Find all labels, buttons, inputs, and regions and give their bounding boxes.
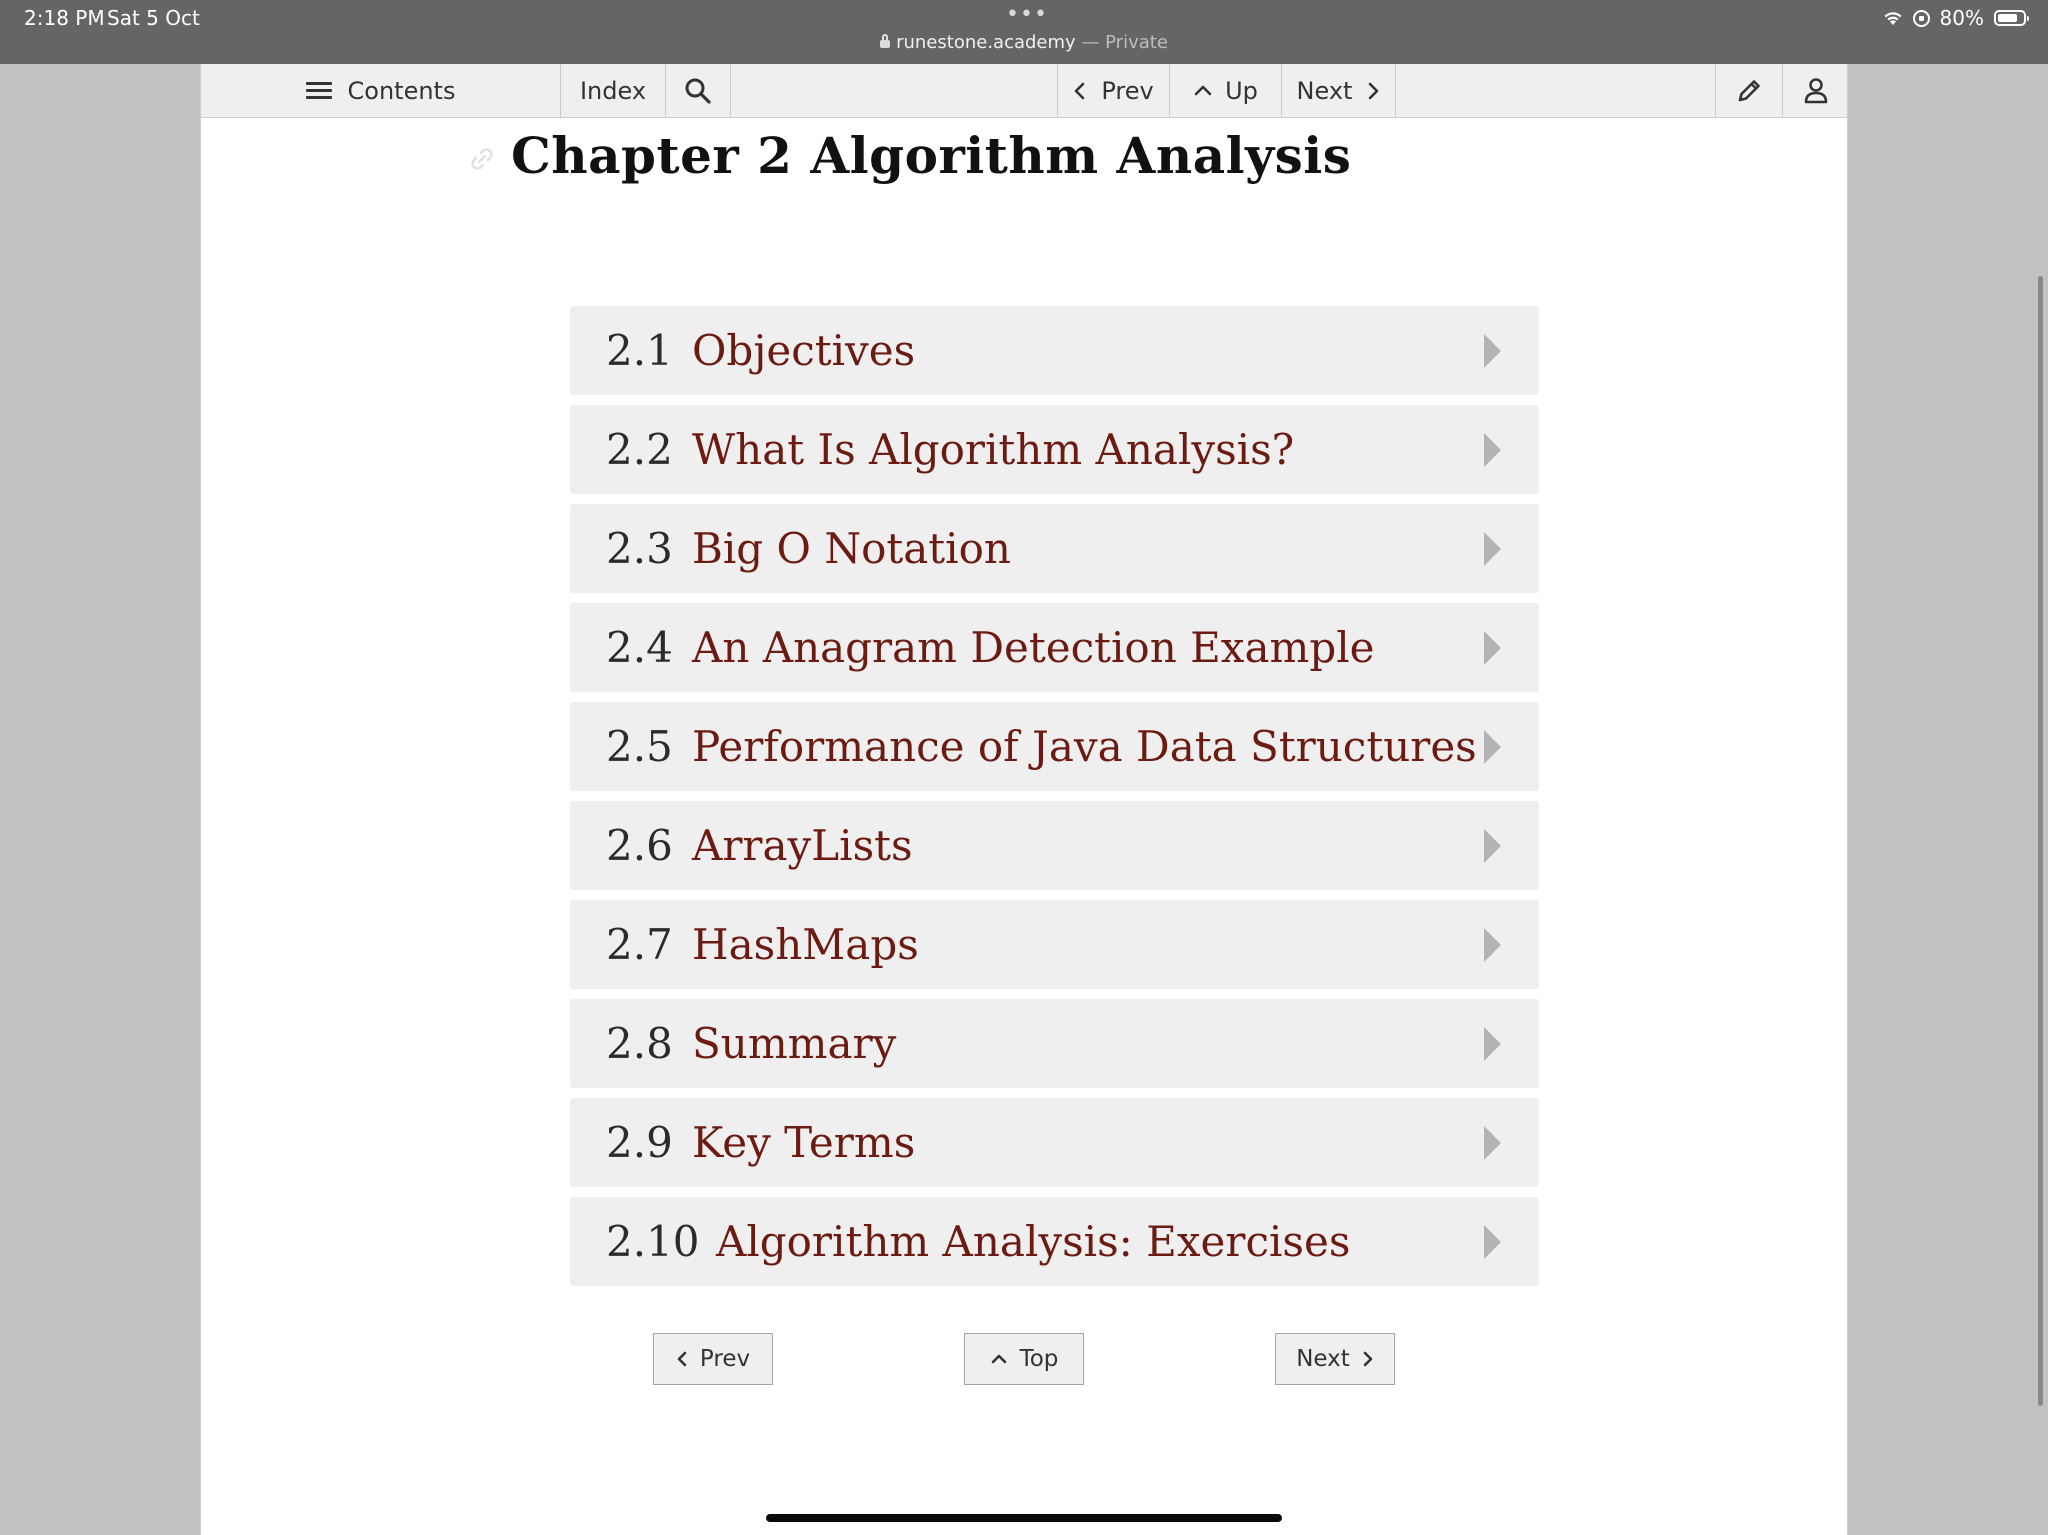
orientation-lock-icon: [1912, 9, 1930, 27]
url-text: runestone.academy: [896, 32, 1076, 53]
battery-percent: 80%: [1939, 6, 1984, 30]
toc-item-title[interactable]: Big O Notation: [692, 524, 1011, 573]
toc-item-title[interactable]: Key Terms: [692, 1118, 915, 1167]
toc-item-number: 2.5: [606, 722, 673, 771]
toolbar-up-label: Up: [1225, 76, 1258, 105]
url-separator: —: [1075, 32, 1106, 53]
bottom-top-label: Top: [1019, 1346, 1059, 1372]
chevron-right-icon: [1369, 82, 1379, 99]
toc-item-2-6[interactable]: 2.6 ArrayLists: [570, 801, 1539, 890]
toc-item-number: 2.4: [606, 623, 673, 672]
user-icon: [1804, 77, 1827, 103]
chevron-right-icon: [1363, 1351, 1373, 1367]
toc-item-number: 2.3: [606, 524, 673, 573]
more-dots-icon[interactable]: •••: [1006, 2, 1047, 32]
expand-arrow-icon[interactable]: [1484, 1026, 1501, 1061]
toc-item-title[interactable]: Objectives: [692, 326, 915, 375]
expand-arrow-icon[interactable]: [1484, 630, 1501, 665]
page-title: Chapter 2 Algorithm Analysis: [511, 126, 1352, 185]
expand-arrow-icon[interactable]: [1484, 1125, 1501, 1160]
toc-item-title[interactable]: Algorithm Analysis: Exercises: [716, 1217, 1350, 1266]
chevron-up-icon: [991, 1354, 1006, 1364]
toc-item-title[interactable]: Summary: [692, 1019, 896, 1068]
lock-icon: [880, 34, 891, 48]
home-indicator[interactable]: [766, 1514, 1282, 1522]
toc-item-number: 2.9: [606, 1118, 673, 1167]
chevron-left-icon: [1075, 82, 1085, 99]
scrollbar[interactable]: [2038, 276, 2043, 1406]
battery-fill: [1998, 14, 2018, 22]
top-toolbar: Contents Index Prev Up Next: [201, 64, 1847, 118]
expand-arrow-icon[interactable]: [1484, 927, 1501, 962]
toc-item-2-1[interactable]: 2.1 Objectives: [570, 306, 1539, 395]
expand-arrow-icon[interactable]: [1484, 1224, 1501, 1259]
toc-item-title[interactable]: HashMaps: [692, 920, 919, 969]
table-of-contents: 2.1 Objectives 2.2 What Is Algorithm Ana…: [570, 306, 1539, 1296]
edit-button[interactable]: [1715, 64, 1782, 117]
search-button[interactable]: [665, 64, 731, 117]
toc-item-number: 2.7: [606, 920, 673, 969]
toolbar-prev-button[interactable]: Prev: [1057, 64, 1169, 117]
status-time: 2:18 PM: [24, 6, 105, 30]
wifi-icon: [1883, 10, 1903, 26]
index-label: Index: [579, 76, 647, 105]
expand-arrow-icon[interactable]: [1484, 432, 1501, 467]
toc-item-number: 2.8: [606, 1019, 673, 1068]
link-icon[interactable]: [469, 146, 495, 172]
toolbar-next-button[interactable]: Next: [1281, 64, 1396, 117]
toc-item-number: 2.1: [606, 326, 673, 375]
contents-label: Contents: [347, 76, 456, 105]
toc-item-2-2[interactable]: 2.2 What Is Algorithm Analysis?: [570, 405, 1539, 494]
search-icon: [685, 78, 711, 104]
toc-item-2-7[interactable]: 2.7 HashMaps: [570, 900, 1539, 989]
pencil-icon: [1738, 79, 1760, 101]
expand-arrow-icon[interactable]: [1484, 729, 1501, 764]
toc-item-number: 2.6: [606, 821, 673, 870]
toc-item-2-4[interactable]: 2.4 An Anagram Detection Example: [570, 603, 1539, 692]
toolbar-next-label: Next: [1296, 76, 1353, 105]
expand-arrow-icon[interactable]: [1484, 333, 1501, 368]
bottom-next-label: Next: [1296, 1346, 1350, 1372]
status-bar: 2:18 PM Sat 5 Oct ••• runestone.academy …: [0, 0, 2048, 64]
toc-item-2-9[interactable]: 2.9 Key Terms: [570, 1098, 1539, 1187]
expand-arrow-icon[interactable]: [1484, 531, 1501, 566]
bottom-prev-button[interactable]: Prev: [653, 1333, 773, 1385]
toc-item-number: 2.2: [606, 425, 673, 474]
contents-button[interactable]: Contents: [201, 64, 560, 117]
page-content: Contents Index Prev Up Next Chapter 2 Al…: [200, 64, 1848, 1535]
expand-arrow-icon[interactable]: [1484, 828, 1501, 863]
toc-item-2-8[interactable]: 2.8 Summary: [570, 999, 1539, 1088]
address-bar[interactable]: runestone.academy — Private: [0, 32, 2048, 53]
toc-item-title[interactable]: An Anagram Detection Example: [692, 623, 1375, 672]
chevron-left-icon: [677, 1351, 687, 1367]
status-indicators: 80%: [1883, 6, 2029, 30]
toc-item-2-10[interactable]: 2.10 Algorithm Analysis: Exercises: [570, 1197, 1539, 1286]
user-button[interactable]: [1782, 64, 1848, 117]
private-label: Private: [1105, 32, 1168, 53]
hamburger-icon: [305, 81, 332, 100]
toolbar-up-button[interactable]: Up: [1169, 64, 1281, 117]
toc-item-number: 2.10: [606, 1217, 700, 1266]
bottom-next-button[interactable]: Next: [1275, 1333, 1395, 1385]
bottom-top-button[interactable]: Top: [964, 1333, 1084, 1385]
toc-item-title[interactable]: Performance of Java Data Structures: [692, 722, 1477, 771]
toc-item-title[interactable]: What Is Algorithm Analysis?: [692, 425, 1294, 474]
index-button[interactable]: Index: [560, 64, 665, 117]
chevron-up-icon: [1194, 85, 1212, 95]
toolbar-prev-label: Prev: [1101, 76, 1154, 105]
toc-item-2-5[interactable]: 2.5 Performance of Java Data Structures: [570, 702, 1539, 791]
status-date: Sat 5 Oct: [107, 6, 200, 30]
toc-item-title[interactable]: ArrayLists: [692, 821, 913, 870]
battery-icon: [1994, 10, 2029, 26]
toc-item-2-3[interactable]: 2.3 Big O Notation: [570, 504, 1539, 593]
bottom-prev-label: Prev: [699, 1346, 751, 1372]
